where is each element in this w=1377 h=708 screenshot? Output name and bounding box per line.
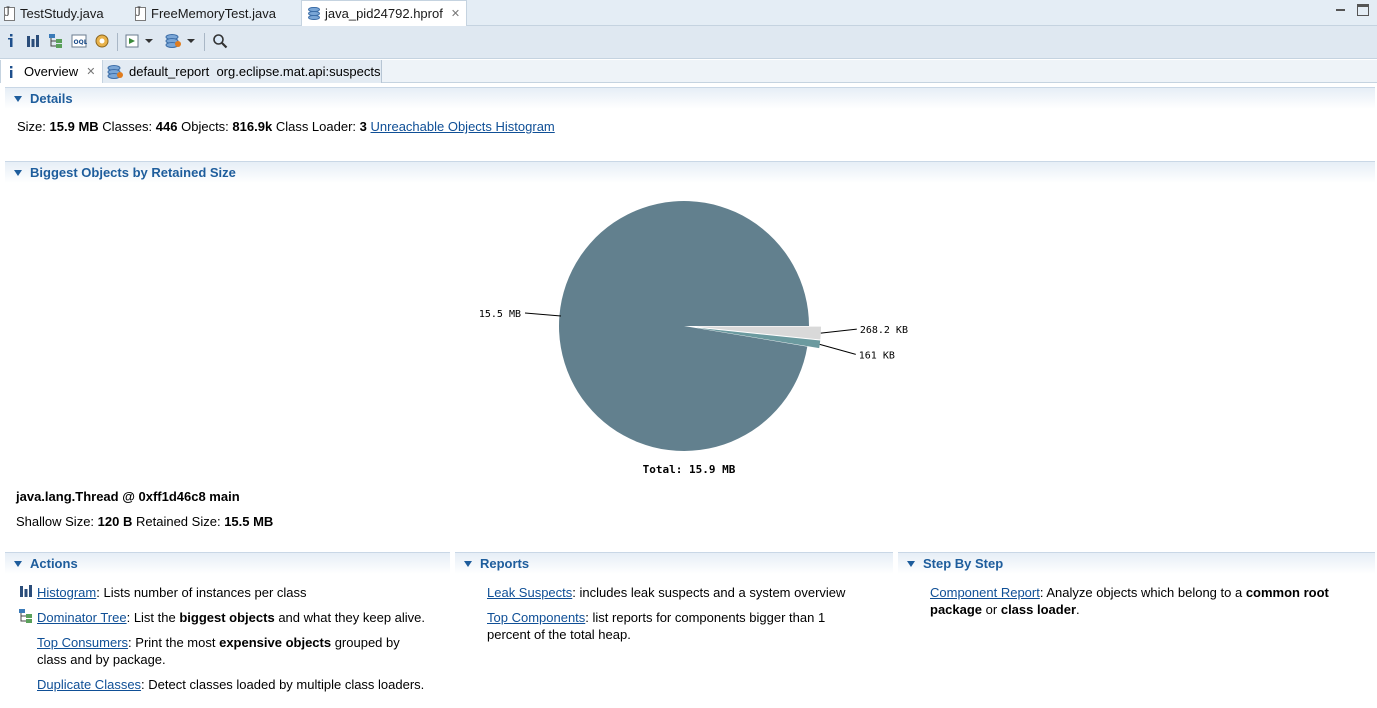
minimize-icon[interactable] bbox=[1335, 4, 1347, 16]
top-components-link[interactable]: Top Components bbox=[487, 610, 585, 625]
pie-total-label: Total: 15.9 MB bbox=[643, 463, 736, 476]
section-title: Reports bbox=[480, 556, 530, 571]
chevron-down-icon bbox=[464, 560, 472, 567]
retained-size-value: 15.5 MB bbox=[224, 514, 274, 529]
heap-dump-overview-icon[interactable] bbox=[94, 32, 110, 50]
slice-leader-line bbox=[524, 312, 562, 317]
pie-slice[interactable] bbox=[559, 201, 809, 452]
size-value: 15.9 MB bbox=[49, 119, 99, 134]
details-summary: Size: 15.9 MB Classes: 446 Objects: 816.… bbox=[17, 119, 555, 134]
leak-suspects-link[interactable]: Leak Suspects bbox=[487, 585, 572, 600]
biggest-objects-pie-chart[interactable]: 268.2 KB 161 KB 15.5 MB Total: 15.9 MB bbox=[0, 190, 1377, 480]
svg-text:OQL: OQL bbox=[74, 39, 88, 46]
maximize-icon[interactable] bbox=[1357, 4, 1369, 16]
chevron-down-icon bbox=[14, 95, 22, 102]
heap-dump-icon bbox=[308, 6, 320, 21]
tab-label: Overview bbox=[24, 64, 79, 79]
tab-default-report[interactable]: default_report org.eclipse.mat.api:suspe… bbox=[103, 60, 382, 83]
action-histogram: Histogram: Lists number of instances per… bbox=[37, 585, 307, 600]
tab-label: java_pid24792.hprof bbox=[325, 6, 443, 21]
action-top-consumers: Top Consumers: Print the most expensive … bbox=[37, 635, 400, 667]
histogram-link[interactable]: Histogram bbox=[37, 585, 96, 600]
reports-section-header[interactable]: Reports bbox=[455, 552, 893, 574]
java-file-icon bbox=[4, 6, 15, 21]
java-file-icon bbox=[135, 6, 146, 21]
section-title: Details bbox=[30, 91, 73, 106]
info-icon[interactable] bbox=[5, 32, 17, 50]
close-icon[interactable]: ✕ bbox=[86, 65, 95, 78]
chevron-down-icon bbox=[145, 39, 153, 43]
classes-value: 446 bbox=[155, 119, 178, 134]
dominator-tree-link[interactable]: Dominator Tree bbox=[37, 610, 127, 625]
shallow-size-value: 120 B bbox=[97, 514, 133, 529]
oql-icon[interactable]: OQL bbox=[71, 32, 87, 50]
selected-object-sizes: Shallow Size: 120 B Retained Size: 15.5 … bbox=[16, 514, 274, 529]
tab-teststudy[interactable]: TestStudy.java bbox=[4, 1, 104, 26]
info-icon bbox=[10, 65, 13, 78]
tab-label: TestStudy.java bbox=[20, 6, 104, 21]
chevron-down-icon bbox=[14, 560, 22, 567]
selected-object-name: java.lang.Thread @ 0xff1d46c8 main bbox=[16, 489, 240, 504]
dominator-tree-icon[interactable] bbox=[48, 32, 64, 50]
histogram-icon[interactable] bbox=[26, 32, 40, 50]
actions-section-header[interactable]: Actions bbox=[5, 552, 450, 574]
toolbar-separator bbox=[204, 33, 205, 51]
section-title: Actions bbox=[30, 556, 78, 571]
biggest-objects-section-header[interactable]: Biggest Objects by Retained Size bbox=[5, 161, 1375, 183]
tab-label: default_report org.eclipse.mat.api:suspe… bbox=[129, 64, 381, 79]
details-section-header[interactable]: Details bbox=[5, 87, 1375, 109]
slice-label: 15.5 MB bbox=[479, 309, 521, 320]
tab-label: FreeMemoryTest.java bbox=[151, 6, 276, 21]
report-icon bbox=[107, 64, 123, 79]
chevron-down-icon bbox=[14, 169, 22, 176]
action-dominator-tree: Dominator Tree: List the biggest objects… bbox=[37, 610, 426, 625]
step-by-step-section-header[interactable]: Step By Step bbox=[898, 552, 1375, 574]
step-component-report: Component Report: Analyze objects which … bbox=[930, 585, 1329, 617]
histogram-icon bbox=[20, 585, 32, 597]
report-leak-suspects: Leak Suspects: includes leak suspects an… bbox=[487, 585, 846, 600]
tab-freememorytest[interactable]: FreeMemoryTest.java bbox=[135, 1, 276, 26]
classloader-value: 3 bbox=[359, 119, 367, 134]
objects-value: 816.9k bbox=[232, 119, 273, 134]
report-top-components: Top Components: list reports for compone… bbox=[487, 610, 826, 642]
unreachable-objects-link[interactable]: Unreachable Objects Histogram bbox=[371, 119, 555, 134]
top-consumers-link[interactable]: Top Consumers bbox=[37, 635, 128, 650]
chevron-down-icon bbox=[187, 39, 195, 43]
action-duplicate-classes: Duplicate Classes: Detect classes loaded… bbox=[37, 677, 425, 692]
duplicate-classes-link[interactable]: Duplicate Classes bbox=[37, 677, 141, 692]
editor-tab-bar: TestStudy.java FreeMemoryTest.java java_… bbox=[0, 0, 1377, 26]
slice-label: 268.2 KB bbox=[860, 325, 908, 336]
section-title: Biggest Objects by Retained Size bbox=[30, 165, 236, 180]
component-report-link[interactable]: Component Report bbox=[930, 585, 1040, 600]
run-query-dropdown[interactable] bbox=[124, 32, 154, 50]
tab-overview[interactable]: Overview ✕ bbox=[0, 60, 103, 83]
slice-label: 161 KB bbox=[859, 350, 895, 361]
dominator-tree-icon bbox=[19, 609, 32, 623]
slice-leader-line bbox=[820, 328, 857, 334]
toolbar: OQL bbox=[0, 26, 1377, 59]
toolbar-separator bbox=[117, 33, 118, 51]
close-icon[interactable]: ✕ bbox=[451, 7, 460, 20]
section-title: Step By Step bbox=[923, 556, 1004, 571]
slice-leader-line bbox=[819, 343, 856, 355]
tab-hprof[interactable]: java_pid24792.hprof ✕ bbox=[301, 0, 468, 26]
sub-tab-bar: Overview ✕ default_report org.eclipse.ma… bbox=[0, 60, 1377, 83]
search-icon[interactable] bbox=[212, 32, 228, 50]
query-browser-dropdown[interactable] bbox=[164, 32, 196, 50]
chevron-down-icon bbox=[907, 560, 915, 567]
